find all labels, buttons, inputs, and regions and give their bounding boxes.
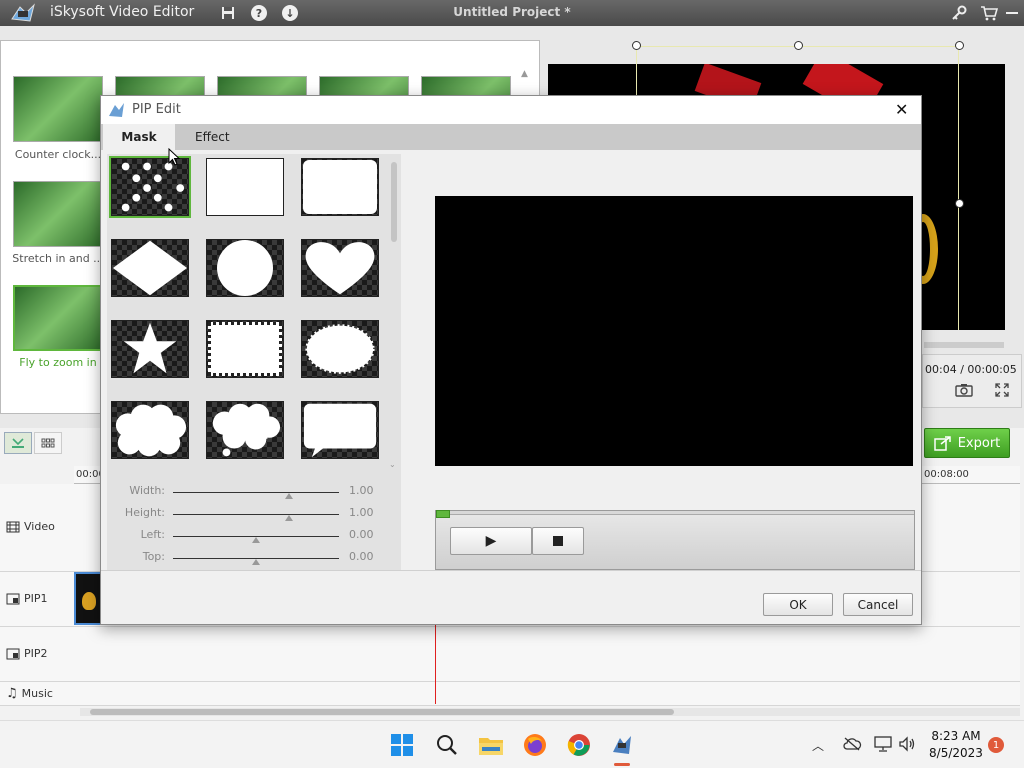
notification-badge[interactable]: 1 <box>988 737 1004 753</box>
mask-scrollbar[interactable] <box>391 162 397 242</box>
mask-speech-bubble[interactable] <box>301 401 379 459</box>
snapshot-icon[interactable] <box>955 383 973 397</box>
music-note-icon: ♫ <box>6 686 18 701</box>
pip-edit-dialog: PIP Edit ✕ Mask Effect ⌄ Width: 1.00 Hei… <box>100 95 922 625</box>
active-app-indicator <box>614 763 630 766</box>
mask-diamond[interactable] <box>111 239 189 297</box>
effect-caption: Counter clock... <box>14 148 102 161</box>
dialog-preview <box>435 196 913 466</box>
track-pip2[interactable]: PIP2 <box>0 627 1020 682</box>
file-explorer-icon[interactable] <box>477 731 505 759</box>
resize-handle[interactable] <box>794 41 803 50</box>
film-icon <box>6 521 20 532</box>
storyboard-view-icon[interactable] <box>4 432 32 454</box>
player-controls: 00:04 / 00:00:05 <box>922 354 1022 408</box>
cloud-offline-icon[interactable] <box>842 737 862 754</box>
mask-burst[interactable] <box>301 320 379 378</box>
minimize-button[interactable] <box>1003 4 1021 22</box>
mask-panel: ⌄ Width: 1.00 Height: 1.00 Left: 0.00 Top: 0… <box>107 154 401 570</box>
scroll-up-icon[interactable]: ▲ <box>521 69 533 81</box>
mask-thought-bubble[interactable] <box>206 401 284 459</box>
mouse-cursor-icon <box>168 147 181 169</box>
export-icon <box>933 436 951 451</box>
progress-track[interactable] <box>436 511 914 515</box>
resize-handle[interactable] <box>955 199 964 208</box>
effect-thumb-counter-clockwise[interactable] <box>13 76 103 142</box>
dialog-playback-controls: ▶ <box>435 510 915 570</box>
grid-view-icon[interactable] <box>34 432 62 454</box>
track-label-music: ♫ Music <box>6 686 53 701</box>
divider <box>101 570 921 571</box>
fullscreen-icon[interactable] <box>995 383 1011 397</box>
width-slider[interactable]: Width: 1.00 <box>123 484 385 500</box>
volume-icon[interactable] <box>898 736 916 755</box>
export-label: Export <box>957 435 1001 451</box>
windows-start-icon[interactable] <box>388 731 416 759</box>
key-icon[interactable] <box>950 4 968 22</box>
chrome-icon[interactable] <box>565 731 593 759</box>
track-label-pip1: PIP1 <box>6 592 48 605</box>
progress-handle[interactable] <box>436 510 450 518</box>
time-display: 00:04 / 00:00:05 <box>925 363 1017 376</box>
cart-icon[interactable] <box>980 4 998 22</box>
ok-button[interactable]: OK <box>763 593 833 616</box>
dialog-tabs: Mask Effect <box>101 124 921 150</box>
mask-cloud[interactable] <box>111 401 189 459</box>
play-icon: ▶ <box>485 533 497 549</box>
mask-circle[interactable] <box>206 239 284 297</box>
clock-date[interactable]: 8/5/2023 <box>928 746 984 760</box>
mask-heart[interactable] <box>301 239 379 297</box>
play-button[interactable]: ▶ <box>450 527 532 555</box>
mask-rounded-rectangle[interactable] <box>301 158 379 216</box>
scroll-down-icon[interactable]: ⌄ <box>389 460 396 469</box>
resize-handle[interactable] <box>955 41 964 50</box>
title-bar: iSkysoft Video Editor ? ↓ Untitled Proje… <box>0 0 1024 26</box>
height-slider[interactable]: Height: 1.00 <box>123 506 385 522</box>
network-icon[interactable] <box>874 736 892 755</box>
mask-stamp[interactable] <box>206 320 284 378</box>
export-button[interactable]: Export <box>924 428 1010 458</box>
close-button[interactable]: ✕ <box>895 100 908 119</box>
effect-thumb-fly-zoom[interactable] <box>13 285 103 351</box>
firefox-icon[interactable] <box>521 731 549 759</box>
pip-clip[interactable] <box>74 572 102 625</box>
effect-caption: Stretch in and ... <box>12 252 104 265</box>
effect-thumb-stretch[interactable] <box>13 181 103 247</box>
resize-handle[interactable] <box>632 41 641 50</box>
cancel-button[interactable]: Cancel <box>843 593 913 616</box>
search-icon[interactable] <box>433 731 461 759</box>
scroll-thumb[interactable] <box>90 709 674 715</box>
dialog-app-icon <box>107 102 125 118</box>
pip-icon <box>6 593 20 604</box>
preview-hscroll[interactable] <box>924 342 1004 348</box>
pip-icon <box>6 648 20 659</box>
left-slider[interactable]: Left: 0.00 <box>123 528 385 544</box>
mask-star[interactable] <box>111 320 189 378</box>
track-label-video: Video <box>6 520 55 533</box>
timeline-hscroll[interactable] <box>80 708 1020 716</box>
clock-time[interactable]: 8:23 AM <box>930 729 982 743</box>
dialog-title: PIP Edit <box>132 102 181 117</box>
track-music[interactable]: ♫ Music <box>0 682 1020 706</box>
dialog-title-bar: PIP Edit ✕ <box>101 96 921 124</box>
tab-mask[interactable]: Mask <box>103 124 175 150</box>
stop-icon <box>553 536 563 546</box>
playhead[interactable] <box>435 624 436 704</box>
project-title: Untitled Project * <box>453 5 571 19</box>
effect-caption-selected: Fly to zoom in <box>19 356 97 369</box>
show-hidden-icons[interactable]: ︿ <box>812 737 824 754</box>
iskysoft-taskbar-icon[interactable] <box>609 731 637 759</box>
top-slider[interactable]: Top: 0.00 <box>123 550 385 566</box>
mask-rectangle[interactable] <box>206 158 284 216</box>
taskbar: ︿ 8:23 AM 8/5/2023 1 <box>0 720 1024 768</box>
track-label-pip2: PIP2 <box>6 647 48 660</box>
tab-effect[interactable]: Effect <box>175 124 250 150</box>
clip-thumbnail <box>82 592 96 610</box>
stop-button[interactable] <box>532 527 584 555</box>
ruler-end: 00:08:00 <box>924 469 969 480</box>
